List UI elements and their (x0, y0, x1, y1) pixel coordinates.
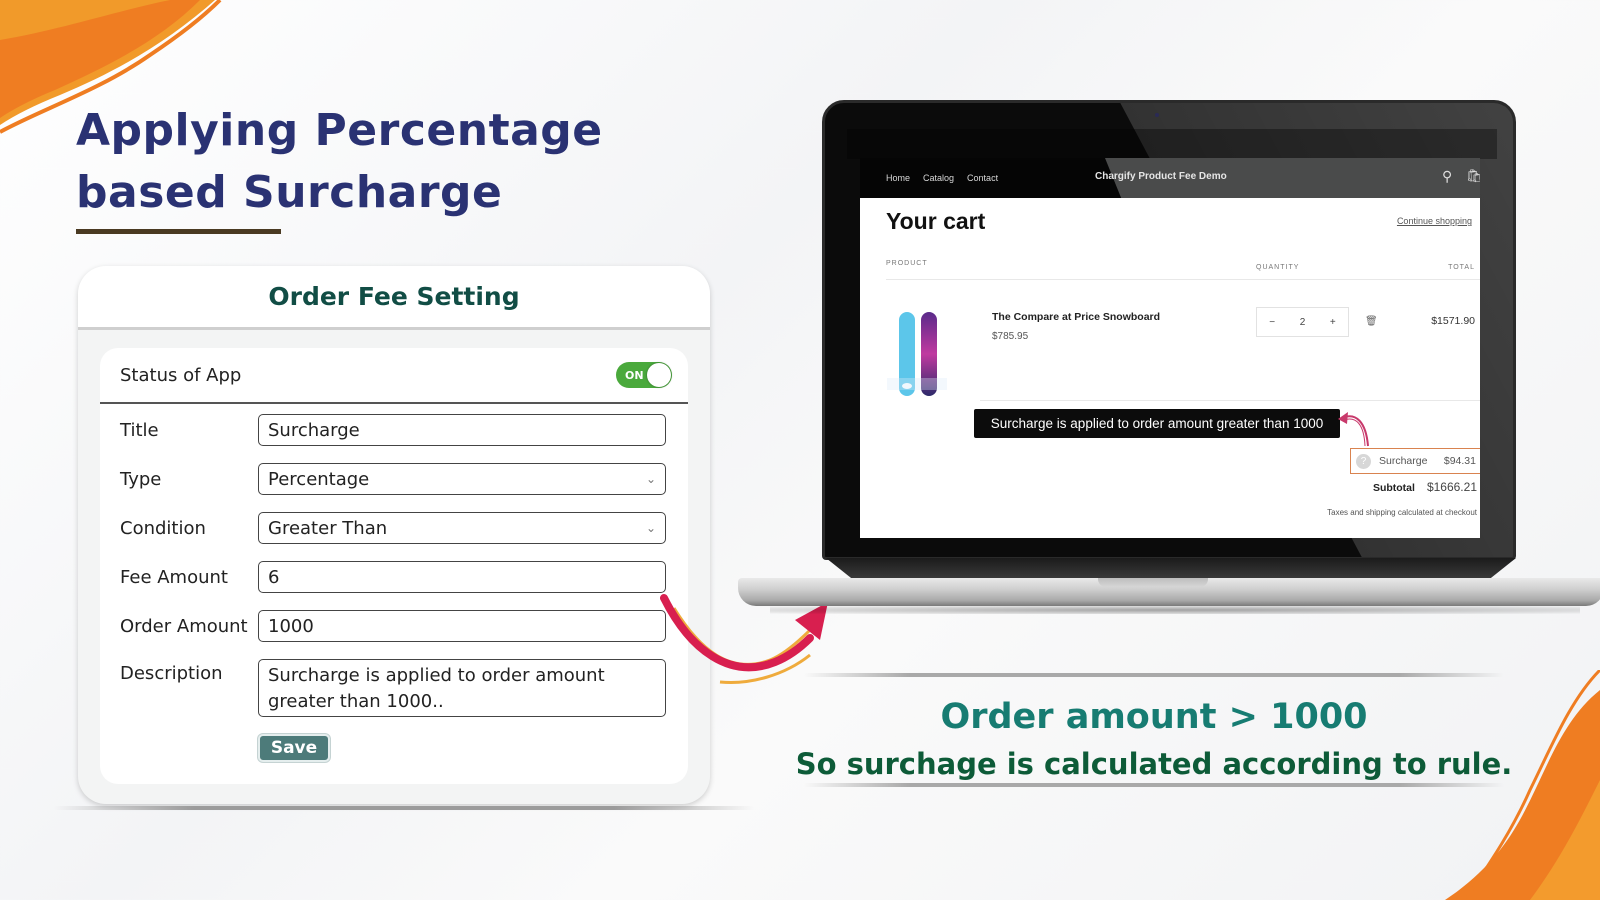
type-label: Type (120, 468, 162, 490)
subtotal-row: Subtotal $1666.21 (1373, 480, 1477, 494)
laptop-shadow (770, 606, 1580, 614)
column-quantity: QUANTITY (1256, 264, 1300, 271)
pointer-arrow-icon (1338, 412, 1369, 447)
condition-label: Condition (120, 517, 206, 539)
status-toggle[interactable]: ON (616, 362, 672, 388)
order-amount-row: Order Amount 1000 (120, 610, 666, 642)
store-name[interactable]: Chargify Product Fee Demo (1095, 171, 1227, 182)
laptop-screen-frame: Home Catalog Contact Chargify Product Fe… (822, 100, 1516, 560)
help-question-icon[interactable]: ? (1356, 453, 1371, 469)
title-value: Surcharge (268, 419, 360, 441)
fee-amount-label: Fee Amount (120, 566, 228, 588)
cart-title: Your cart (886, 208, 986, 234)
line-total: $1571.90 (1431, 315, 1475, 327)
browser-top-band (847, 129, 1497, 159)
type-select[interactable]: Percentage ⌄ (258, 463, 666, 495)
settings-form: Status of App ON Title Surcharge Type Pe… (100, 348, 688, 784)
quantity-value[interactable]: 2 (1300, 317, 1306, 328)
condition-value: Greater Than (268, 517, 388, 539)
product-unit-price: $785.95 (992, 331, 1029, 342)
search-icon[interactable]: ⚲ (1442, 168, 1452, 185)
order-amount-input[interactable]: 1000 (258, 610, 666, 642)
result-top-line (804, 673, 1504, 677)
order-fee-setting-card: Order Fee Setting Status of App ON Title… (78, 266, 710, 804)
description-label: Description (120, 663, 223, 684)
type-row: Type Percentage ⌄ (120, 463, 666, 495)
subtotal-label: Subtotal (1372, 482, 1415, 494)
header-divider (886, 279, 1480, 280)
fee-amount-value: 6 (268, 566, 280, 588)
result-explanation: So surchage is calculated according to r… (795, 747, 1513, 781)
chevron-down-icon: ⌄ (645, 521, 656, 535)
hero-title-line-1: Applying Percentage (76, 105, 603, 156)
nav-catalog[interactable]: Catalog (923, 173, 954, 183)
card-title: Order Fee Setting (268, 282, 520, 311)
column-total: TOTAL (1448, 264, 1475, 271)
chevron-down-icon: ⌄ (645, 472, 656, 486)
surcharge-label: Surcharge (1379, 455, 1428, 467)
title-label: Title (120, 419, 159, 441)
status-label: Status of App (120, 364, 242, 386)
continue-shopping-link[interactable]: Continue shopping (1397, 216, 1472, 226)
type-value: Percentage (268, 468, 370, 490)
condition-row: Condition Greater Than ⌄ (120, 512, 666, 544)
quantity-increase-button[interactable]: + (1330, 317, 1336, 328)
nav-home[interactable]: Home (886, 173, 910, 183)
card-shadow-line (54, 806, 754, 810)
laptop-notch (1098, 578, 1208, 587)
laptop-hinge (826, 558, 1516, 580)
save-button[interactable]: Save (258, 734, 330, 762)
result-headline: Order amount > 1000 (940, 697, 1368, 737)
description-row: Description Surcharge is applied to orde… (120, 659, 666, 717)
description-value: Surcharge is applied to order amount gre… (268, 665, 605, 712)
toggle-knob (647, 363, 671, 387)
storefront-screen: Home Catalog Contact Chargify Product Fe… (860, 158, 1480, 538)
shopping-bag-icon[interactable]: 🛍 (1466, 168, 1480, 184)
store-header: Home Catalog Contact Chargify Product Fe… (860, 158, 1480, 198)
tax-note: Taxes and shipping calculated at checkou… (1327, 508, 1477, 517)
column-product: PRODUCT (886, 260, 928, 267)
quantity-stepper: − 2 + (1256, 307, 1349, 337)
condition-select[interactable]: Greater Than ⌄ (258, 512, 666, 544)
surcharge-tooltip: Surcharge is applied to order amount gre… (974, 409, 1340, 438)
surcharge-line: ? Surcharge $94.31 (1350, 448, 1480, 474)
status-row: Status of App ON (100, 348, 688, 404)
hero-title: Applying Percentage based Surcharge (76, 100, 603, 224)
nav-contact[interactable]: Contact (967, 173, 998, 183)
surcharge-amount: $94.31 (1443, 455, 1476, 467)
hero-underline (76, 229, 281, 234)
hero-title-line-2: based Surcharge (76, 167, 503, 218)
description-textarea[interactable]: Surcharge is applied to order amount gre… (258, 659, 666, 717)
order-amount-label: Order Amount (120, 615, 248, 637)
fee-amount-row: Fee Amount 6 (120, 561, 666, 593)
quantity-decrease-button[interactable]: − (1269, 317, 1275, 328)
fee-amount-input[interactable]: 6 (258, 561, 666, 593)
result-bottom-line (804, 783, 1504, 787)
webcam-icon (1155, 113, 1159, 117)
trash-icon[interactable]: 🗑 (1365, 316, 1378, 327)
product-name[interactable]: The Compare at Price Snowboard (992, 311, 1160, 323)
item-divider (980, 400, 1480, 401)
snowboard-product-image (887, 312, 947, 396)
order-amount-value: 1000 (268, 615, 314, 637)
toggle-state-text: ON (625, 368, 644, 382)
title-input[interactable]: Surcharge (258, 414, 666, 446)
card-header: Order Fee Setting (78, 266, 710, 330)
subtotal-amount: $1666.21 (1426, 480, 1477, 494)
title-row: Title Surcharge (120, 414, 666, 446)
